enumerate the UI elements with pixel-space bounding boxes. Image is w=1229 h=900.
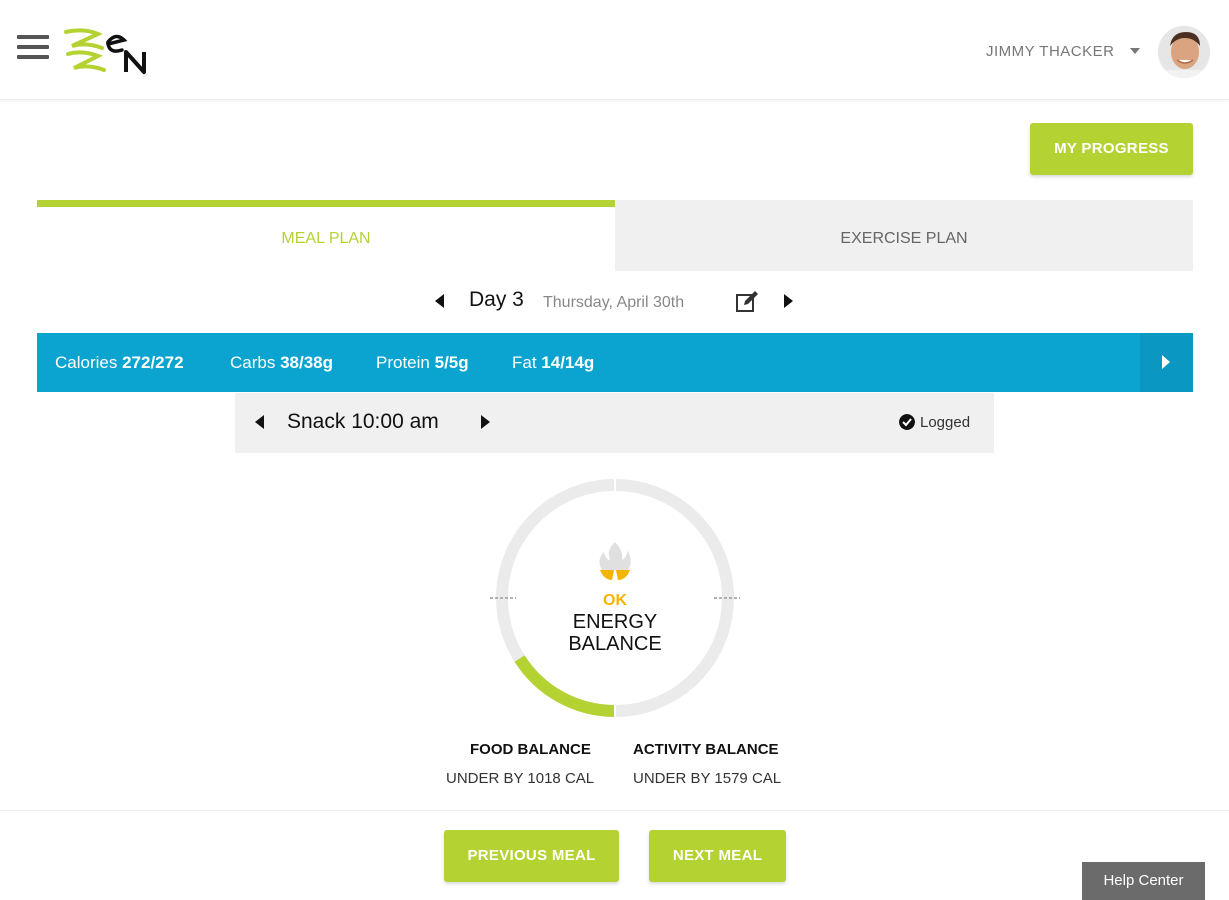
hamburger-menu-icon[interactable] <box>17 35 49 63</box>
previous-day-arrow-icon[interactable] <box>435 294 444 308</box>
help-center-button[interactable]: Help Center <box>1082 862 1205 900</box>
day-date: Thursday, April 30th <box>543 294 685 311</box>
meal-status: Logged <box>920 414 971 431</box>
activity-balance-title: ACTIVITY BALANCE <box>633 741 779 758</box>
edit-icon[interactable] <box>735 290 759 314</box>
avatar-picture <box>1158 26 1210 78</box>
next-meal-arrow-icon[interactable] <box>481 415 490 429</box>
avatar[interactable] <box>1158 26 1210 78</box>
macro-carbs: Carbs 38/38g <box>230 353 334 372</box>
next-meal-button[interactable]: NEXT MEAL <box>649 830 786 882</box>
macro-fat: Fat 14/14g <box>512 353 595 372</box>
macro-protein: Protein 5/5g <box>376 353 469 372</box>
chevron-right-icon <box>1162 355 1170 369</box>
tab-meal-plan[interactable]: MEAL PLAN <box>37 200 615 271</box>
zen-logo <box>64 28 146 74</box>
check-circle-icon <box>899 414 915 430</box>
plan-tabs: MEAL PLAN EXERCISE PLAN <box>37 200 1193 271</box>
my-progress-button[interactable]: MY PROGRESS <box>1030 123 1193 175</box>
energy-balance-title: ENERGY BALANCE <box>568 611 662 655</box>
macro-calories: Calories 272/272 <box>55 353 184 372</box>
flame-icon <box>599 542 631 580</box>
meal-navigation: Snack 10:00 am Logged <box>235 393 994 453</box>
meal-label: Snack 10:00 am <box>287 410 439 433</box>
macro-summary-bar: Calories 272/272 Carbs 38/38g Protein 5/… <box>37 333 1193 392</box>
top-bar: JIMMY THACKER <box>0 0 1229 100</box>
activity-balance-value: UNDER BY 1579 CAL <box>633 770 782 787</box>
energy-balance-widget: OK ENERGY BALANCE <box>490 476 740 721</box>
next-day-arrow-icon[interactable] <box>784 294 793 308</box>
energy-ring-fill <box>514 655 616 717</box>
day-label: Day 3 <box>469 288 524 311</box>
day-navigation: Day 3 Thursday, April 30th <box>0 285 1229 317</box>
macro-expand-button[interactable] <box>1140 333 1193 392</box>
previous-meal-button[interactable]: PREVIOUS MEAL <box>444 830 619 882</box>
food-balance-title: FOOD BALANCE <box>470 741 591 758</box>
previous-meal-arrow-icon[interactable] <box>255 415 264 429</box>
caret-down-icon[interactable] <box>1130 48 1140 54</box>
user-name[interactable]: JIMMY THACKER <box>986 43 1114 60</box>
energy-status: OK <box>603 592 627 609</box>
food-balance-value: UNDER BY 1018 CAL <box>446 770 595 787</box>
tab-exercise-plan[interactable]: EXERCISE PLAN <box>615 200 1193 271</box>
